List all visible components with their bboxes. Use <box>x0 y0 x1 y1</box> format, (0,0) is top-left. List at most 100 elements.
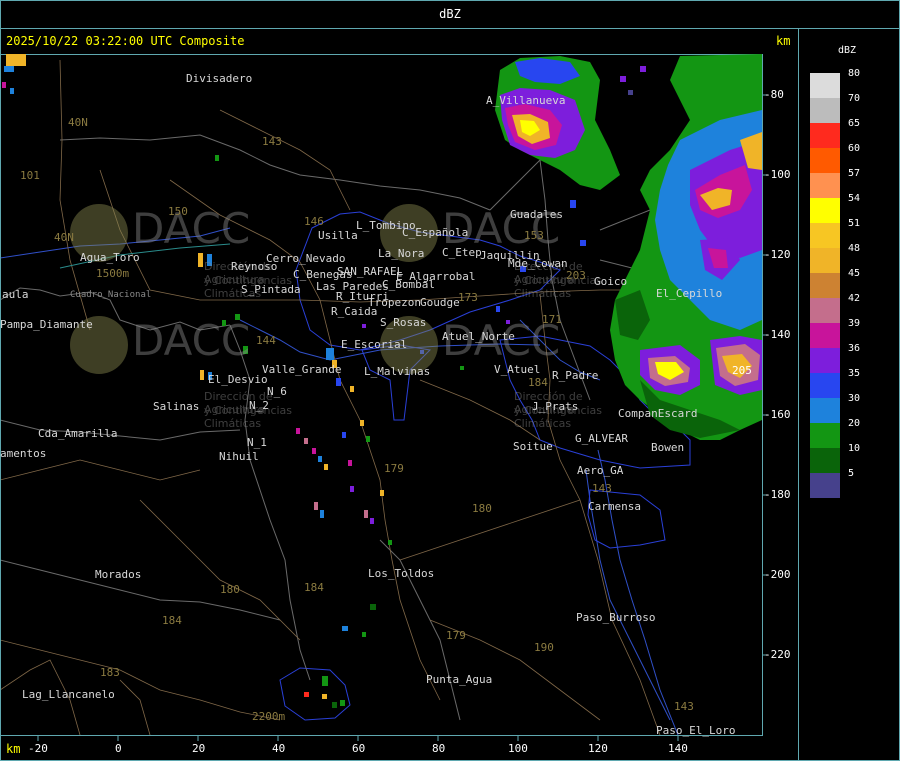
route-number: 171 <box>542 313 562 326</box>
legend-colorbar <box>810 73 840 498</box>
route-number: 101 <box>20 169 40 182</box>
route-number: 179 <box>384 462 404 475</box>
y-tick-label: -100 <box>764 168 791 181</box>
place-label: Punta_Agua <box>426 673 493 686</box>
route-number: 40N <box>54 231 74 244</box>
y-tick-label: -140 <box>764 328 791 341</box>
legend-value: 51 <box>848 218 861 229</box>
route-number: 153 <box>524 229 544 242</box>
route-number: 144 <box>256 334 276 347</box>
legend-swatch <box>810 448 840 473</box>
y-tick-label: -220 <box>764 648 791 661</box>
place-label: R_Padre <box>552 369 599 382</box>
place-label: Divisadero <box>186 72 253 85</box>
legend-swatch <box>810 173 840 198</box>
route-number: 40N <box>68 116 88 129</box>
place-label: Soitue <box>513 440 553 453</box>
legend-value: 45 <box>848 268 861 279</box>
legend-value: 5 <box>848 468 855 479</box>
place-label: Salinas <box>153 400 200 413</box>
place-label: Paso_Burroso <box>576 611 656 624</box>
x-axis-unit: km <box>6 742 21 756</box>
place-label: Valle_Grande <box>262 363 342 376</box>
place-label: Nihuil <box>219 450 259 463</box>
x-tick-label: 80 <box>432 742 446 755</box>
place-label: Atuel_Norte <box>442 330 515 343</box>
place-label: CompanEscard <box>618 407 698 420</box>
legend-swatch <box>810 373 840 398</box>
place-label: Cuadro_Nacional <box>70 290 152 300</box>
legend-value: 36 <box>848 343 861 354</box>
route-number: 203 <box>566 269 586 282</box>
place-label: El_Desvio <box>208 373 268 386</box>
place-label: J_Prats <box>532 400 579 413</box>
x-tick-label: 40 <box>272 742 286 755</box>
legend-value: 65 <box>848 118 861 129</box>
elevation-label: 2200m <box>252 710 286 723</box>
place-label: El_Cepillo <box>656 287 723 300</box>
route-number: 143 <box>592 482 612 495</box>
legend-swatch <box>810 73 840 98</box>
place-label: N_1 <box>247 436 267 449</box>
place-label: amentos <box>0 447 47 460</box>
watermark-logo-text: DACC <box>132 316 251 365</box>
legend-swatch <box>810 348 840 373</box>
place-label: Bowen <box>651 441 685 454</box>
x-tick-label: 100 <box>508 742 528 755</box>
place-label: S_Pintada <box>241 283 301 296</box>
place-label: S_Rosas <box>380 316 427 329</box>
place-label: Goudge <box>420 296 460 309</box>
route-number: 184 <box>162 614 182 627</box>
legend-value: 20 <box>848 418 861 429</box>
place-label: SAN_RAFAEL <box>337 265 404 278</box>
y-tick-label: -160 <box>764 408 791 421</box>
legend-value: 57 <box>848 168 861 179</box>
place-label: Cda_Amarilla <box>38 427 118 440</box>
place-label: Pampa_Diamante <box>0 318 93 331</box>
legend-swatch <box>810 273 840 298</box>
legend-value: 80 <box>848 68 861 79</box>
x-tick-label: 120 <box>588 742 608 755</box>
legend-swatch <box>810 423 840 448</box>
route-number: 143 <box>674 700 694 713</box>
legend-value: 70 <box>848 93 861 104</box>
legend-value: 35 <box>848 368 861 379</box>
place-label: V_Atuel <box>494 363 541 376</box>
legend-swatch <box>810 123 840 148</box>
place-label: N_6 <box>267 385 287 398</box>
y-tick-label: -180 <box>764 488 791 501</box>
route-number: 184 <box>304 581 324 594</box>
legend-swatch <box>810 98 840 123</box>
place-label: Carmensa <box>588 500 641 513</box>
place-label: A_Villanueva <box>486 94 566 107</box>
place-label: Cerro_Nevado <box>266 252 346 265</box>
legend-value: 60 <box>848 143 861 154</box>
legend-value: 48 <box>848 243 861 254</box>
y-tick-label: -120 <box>764 248 791 261</box>
place-label: E_Escorial <box>341 338 408 351</box>
legend-swatch <box>810 248 840 273</box>
route-number: 183 <box>100 666 120 679</box>
place-label: C_Bombal <box>382 278 435 291</box>
place-label: Usilla <box>318 229 358 242</box>
x-tick-label: 0 <box>115 742 122 755</box>
legend-swatch <box>810 223 840 248</box>
watermark-logo-text: DACC <box>132 204 251 253</box>
legend-value: 39 <box>848 318 861 329</box>
legend-swatch <box>810 298 840 323</box>
place-label: aula <box>2 288 29 301</box>
legend-swatch <box>810 148 840 173</box>
place-label: Morados <box>95 568 142 581</box>
legend-swatch <box>810 198 840 223</box>
place-label: Goico <box>594 275 628 288</box>
place-label: Guadales <box>510 208 563 221</box>
legend-swatch <box>810 323 840 348</box>
route-number: 143 <box>262 135 282 148</box>
y-tick-label: -80 <box>764 88 784 101</box>
x-tick-label: -20 <box>28 742 48 755</box>
place-label: Paso_El_Loro <box>656 724 736 737</box>
x-tick-label: 140 <box>668 742 688 755</box>
place-label: N_2 <box>249 399 269 412</box>
route-number: 205 <box>732 364 752 377</box>
x-tick-label: 20 <box>192 742 206 755</box>
